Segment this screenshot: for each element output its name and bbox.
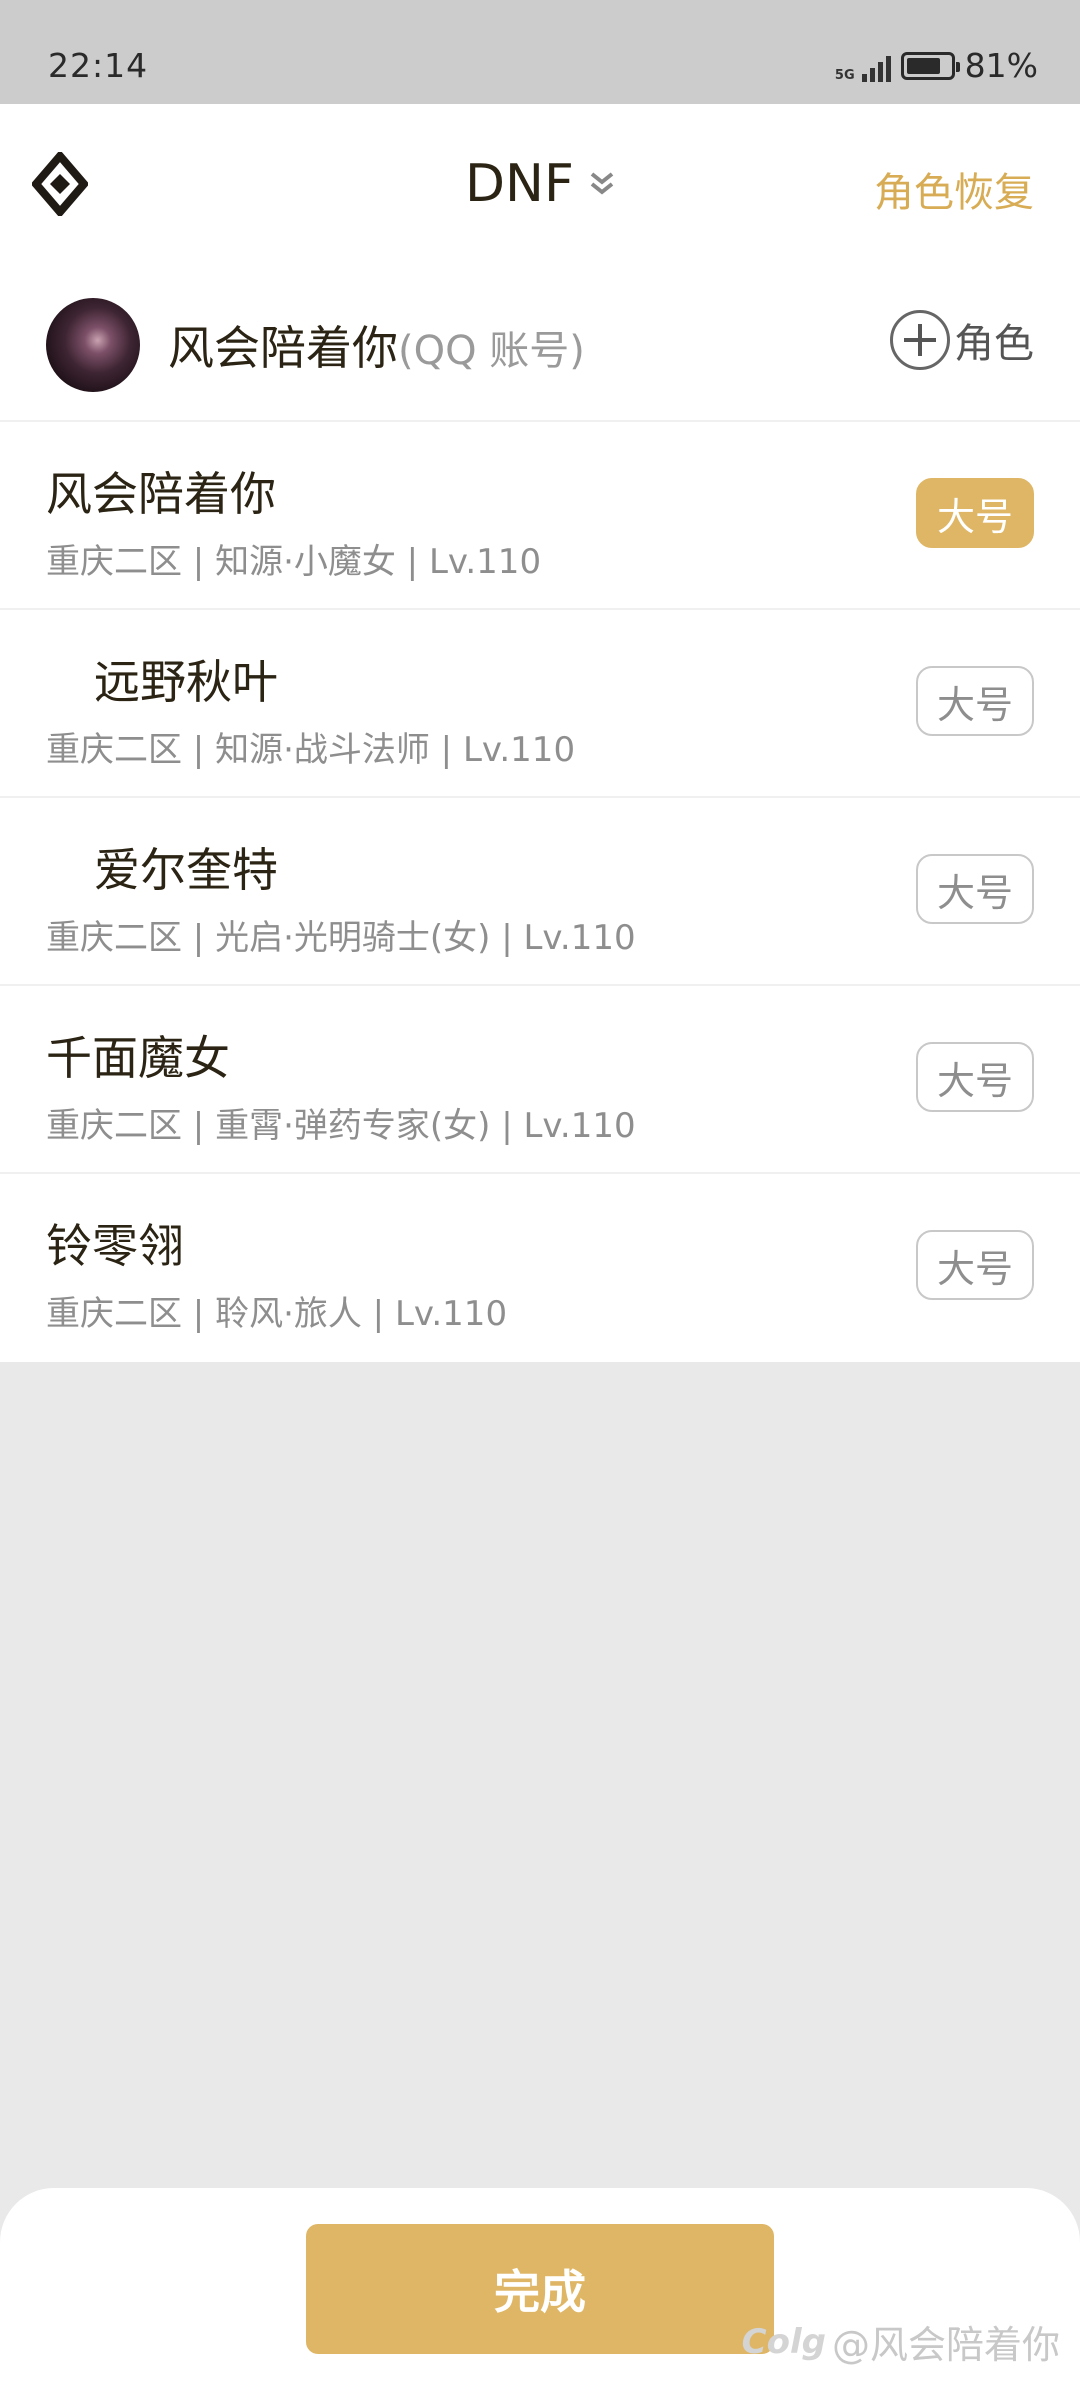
main-account-tag[interactable]: 大号 [916,1042,1034,1112]
account-name-text: 风会陪着你 [168,321,398,375]
character-row[interactable]: 风会陪着你 重庆二区 | 知源·小魔女 | Lv.110 大号 [0,422,1080,610]
character-info: 重庆二区 | 聆风·旅人 | Lv.110 [46,1294,508,1334]
main-account-tag[interactable]: 大号 [916,854,1034,924]
watermark-text: @风会陪着你 [831,2323,1060,2367]
main-account-tag[interactable]: 大号 [916,478,1034,548]
battery-percent: 81% [964,46,1038,85]
signal-icon: 5G [835,50,891,82]
page-title[interactable]: DNF [465,154,574,214]
status-time: 22:14 [48,46,149,85]
network-label: 5G [834,67,855,83]
chevron-down-icon[interactable] [589,169,615,199]
header: DNF 角色恢复 [0,104,1080,264]
character-row[interactable]: 爱尔奎特 重庆二区 | 光启·光明骑士(女) | Lv.110 大号 [0,798,1080,986]
character-info: 重庆二区 | 光启·光明骑士(女) | Lv.110 [46,918,636,958]
character-name: 爱尔奎特 [94,843,278,897]
character-info: 重庆二区 | 知源·小魔女 | Lv.110 [46,542,542,582]
character-row[interactable]: 千面魔女 重庆二区 | 重霄·弹药专家(女) | Lv.110 大号 [0,986,1080,1174]
watermark: Colg @风会陪着你 [742,2314,1060,2369]
restore-role-button[interactable]: 角色恢复 [874,160,1034,218]
account-row: 风会陪着你(QQ 账号) 角色 [0,264,1080,422]
add-role-label[interactable]: 角色 [954,311,1034,369]
character-name: 风会陪着你 [46,467,276,521]
character-info: 重庆二区 | 重霄·弹药专家(女) | Lv.110 [46,1106,636,1146]
watermark-logo: Colg [741,2321,826,2362]
bottom-panel: 完成 Colg @风会陪着你 [0,2188,1080,2387]
character-name: 远野秋叶 [94,655,278,709]
status-bar: 22:14 5G 81% [0,0,1080,104]
account-type: (QQ 账号) [398,328,585,374]
main-account-tag[interactable]: 大号 [916,666,1034,736]
avatar[interactable] [46,298,140,392]
character-name: 铃零翎 [46,1219,184,1273]
character-row[interactable]: 铃零翎 重庆二区 | 聆风·旅人 | Lv.110 大号 [0,1174,1080,1362]
account-name: 风会陪着你(QQ 账号) [168,312,585,378]
character-info: 重庆二区 | 知源·战斗法师 | Lv.110 [46,730,576,770]
status-indicators: 5G 81% [835,46,1038,85]
add-role-button[interactable]: 角色 [890,310,1034,370]
main-panel: DNF 角色恢复 风会陪着你(QQ 账号) 角色 风会陪着你 重庆二区 | 知源… [0,104,1080,1362]
character-list: 风会陪着你 重庆二区 | 知源·小魔女 | Lv.110 大号 远野秋叶 重庆二… [0,422,1080,1362]
plus-circle-icon[interactable] [890,310,950,370]
done-button[interactable]: 完成 [306,2224,774,2354]
character-row[interactable]: 远野秋叶 重庆二区 | 知源·战斗法师 | Lv.110 大号 [0,610,1080,798]
character-name: 千面魔女 [46,1031,230,1085]
main-account-tag[interactable]: 大号 [916,1230,1034,1300]
battery-icon [900,51,960,80]
